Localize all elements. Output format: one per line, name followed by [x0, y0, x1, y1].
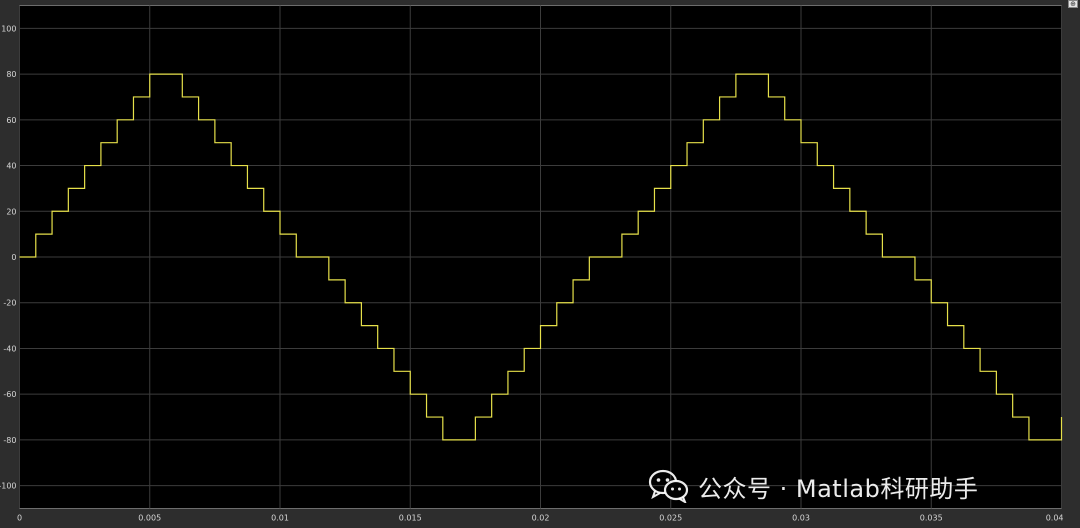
- y-tick-label: -80: [3, 436, 16, 445]
- y-tick-label: -60: [3, 390, 16, 399]
- x-tick-label: 0.025: [659, 514, 682, 523]
- wechat-icon: [648, 469, 689, 503]
- y-tick-label: -40: [3, 344, 16, 353]
- x-tick-label: 0.02: [532, 514, 550, 523]
- restore-icon[interactable]: ⊕: [1068, 0, 1078, 8]
- y-tick-label: 80: [6, 70, 16, 79]
- y-tick-label: 20: [6, 207, 16, 216]
- x-tick-label: 0.04: [1046, 514, 1064, 523]
- watermark-text: 公众号 · Matlab科研助手: [698, 474, 979, 503]
- y-tick-label: 40: [6, 162, 16, 171]
- watermark: 公众号 · Matlab科研助手: [648, 466, 978, 506]
- scope-window: 100 80 60 40 20 0 -20 -40 -60 -80 -100 0 0.005 0.01 0…: [0, 0, 1080, 528]
- x-tick-label: 0.035: [920, 514, 943, 523]
- x-tick-label: 0.005: [138, 514, 161, 523]
- y-tick-label: -20: [3, 299, 16, 308]
- y-tick-label: -100: [0, 482, 17, 491]
- x-tick-label: 0.03: [792, 514, 810, 523]
- y-axis-ticks: 100 80 60 40 20 0 -20 -40 -60 -80 -100: [0, 24, 17, 490]
- x-axis-ticks: 0 0.005 0.01 0.015 0.02 0.025 0.03 0.035 0.04: [17, 514, 1064, 523]
- x-tick-label: 0.015: [399, 514, 422, 523]
- x-tick-label: 0.01: [271, 514, 289, 523]
- y-tick-label: 60: [6, 116, 16, 125]
- y-tick-label: 100: [1, 24, 16, 33]
- y-tick-label: 0: [11, 253, 16, 262]
- x-tick-label: 0: [17, 514, 22, 523]
- scope-plot[interactable]: 100806040200-20-40-60-80-100 0 0.005 0.01 0…: [0, 0, 1080, 528]
